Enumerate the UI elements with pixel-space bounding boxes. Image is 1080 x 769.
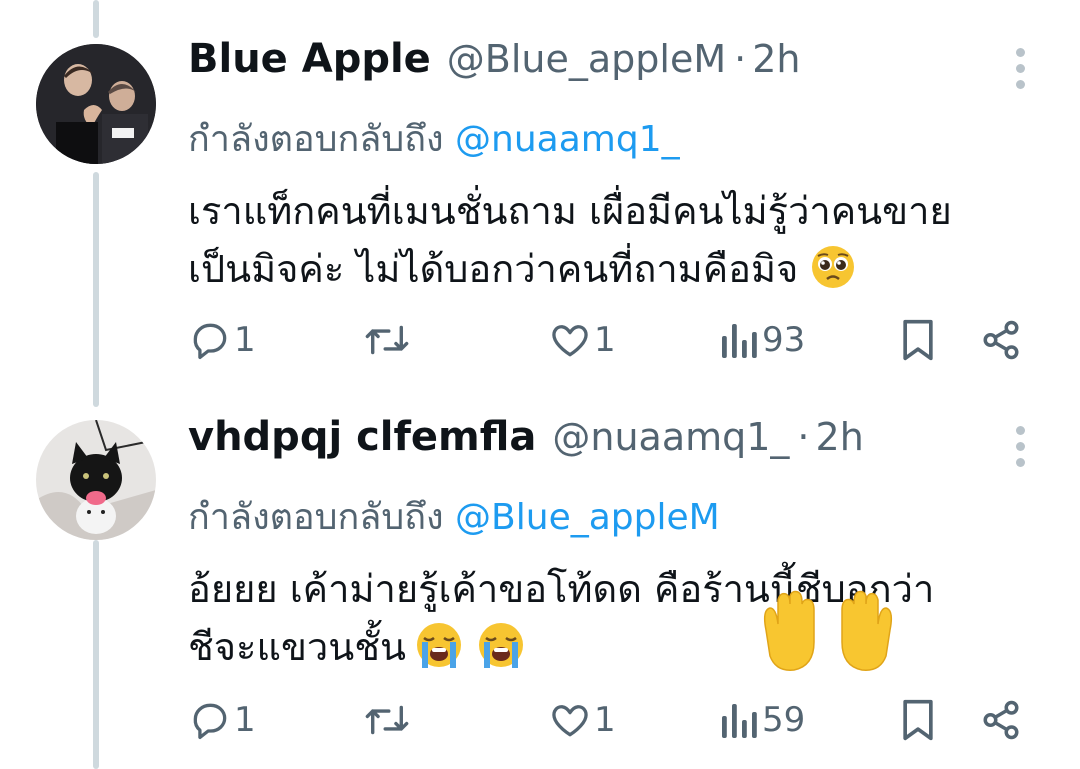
replying-to-label: กำลังตอบกลับถึง: [188, 119, 444, 160]
thread-line-top: [93, 0, 99, 38]
replying-to: กำลังตอบกลับถึง @Blue_appleM: [188, 488, 720, 545]
more-icon[interactable]: [1008, 38, 1032, 98]
reply-button[interactable]: 1: [188, 310, 256, 370]
like-button[interactable]: 1: [548, 690, 616, 750]
tweet-actions: 1 1 93: [0, 310, 1080, 370]
user-handle[interactable]: @Blue_appleM: [447, 37, 726, 81]
timestamp[interactable]: 2h: [752, 37, 800, 81]
separator-dot: ·: [797, 415, 810, 459]
more-icon[interactable]: [1008, 416, 1032, 476]
avatar[interactable]: [36, 420, 156, 540]
bookmark-icon: [898, 318, 938, 362]
tweet-text: ชีจะแขวนชั้น: [188, 625, 407, 669]
pleading-face-emoji: [810, 244, 856, 299]
retweet-button[interactable]: [362, 690, 412, 750]
reply-mention-link[interactable]: @nuaamq1_: [455, 119, 680, 160]
reply-count: 1: [234, 320, 256, 360]
tweet-text: เราแท็กคนที่เมนชั่นถาม เผื่อมีคนไม่รู้ว่…: [188, 189, 952, 233]
tweet-actions: 1 1 59: [0, 690, 1080, 750]
user-handle[interactable]: @nuaamq1_: [552, 415, 789, 459]
reply-icon: [188, 698, 232, 742]
views-icon: [720, 700, 760, 740]
retweet-button[interactable]: [362, 310, 412, 370]
loudly-crying-face-emoji: [476, 620, 526, 679]
waving-hands-emoji: [758, 590, 898, 674]
loudly-crying-face-emoji: [414, 620, 464, 679]
tweet-text-line: เราแท็กคนที่เมนชั่นถาม เผื่อมีคนไม่รู้ว่…: [188, 180, 952, 241]
replying-to: กำลังตอบกลับถึง @nuaamq1_: [188, 110, 680, 167]
views-count: 59: [762, 700, 806, 740]
separator-dot: ·: [734, 37, 747, 81]
replying-to-label: กำลังตอบกลับถึง: [188, 497, 444, 538]
tweet-header: Blue Apple @Blue_appleM · 2h: [188, 36, 801, 96]
tweet-text-line: ชีจะแขวนชั้น: [188, 616, 526, 679]
reply-icon: [188, 318, 232, 362]
bookmark-button[interactable]: [898, 690, 938, 750]
tweet-text-line: เป็นมิจค่ะ ไม่ได้บอกว่าคนที่ถามคือมิจ: [188, 238, 856, 299]
avatar[interactable]: [36, 44, 156, 164]
views-button[interactable]: 59: [720, 690, 805, 750]
bookmark-icon: [898, 698, 938, 742]
tweet-text: เป็นมิจค่ะ ไม่ได้บอกว่าคนที่ถามคือมิจ: [188, 247, 799, 291]
reply-button[interactable]: 1: [188, 690, 256, 750]
views-count: 93: [762, 320, 806, 360]
retweet-icon: [362, 698, 412, 742]
share-icon: [980, 698, 1022, 742]
heart-icon: [548, 698, 592, 742]
views-icon: [720, 320, 760, 360]
reply-count: 1: [234, 700, 256, 740]
display-name[interactable]: vhdpqj clfemfla: [188, 414, 536, 460]
like-count: 1: [594, 700, 616, 740]
views-button[interactable]: 93: [720, 310, 805, 370]
timestamp[interactable]: 2h: [816, 415, 864, 459]
reply-mention-link[interactable]: @Blue_appleM: [455, 497, 720, 538]
share-icon: [980, 318, 1022, 362]
thread-line-middle: [93, 172, 99, 407]
retweet-icon: [362, 318, 412, 362]
bookmark-button[interactable]: [898, 310, 938, 370]
like-count: 1: [594, 320, 616, 360]
share-button[interactable]: [980, 690, 1022, 750]
heart-icon: [548, 318, 592, 362]
tweet-header: vhdpqj clfemfla @nuaamq1_ · 2h: [188, 414, 864, 474]
like-button[interactable]: 1: [548, 310, 616, 370]
display-name[interactable]: Blue Apple: [188, 36, 431, 82]
share-button[interactable]: [980, 310, 1022, 370]
